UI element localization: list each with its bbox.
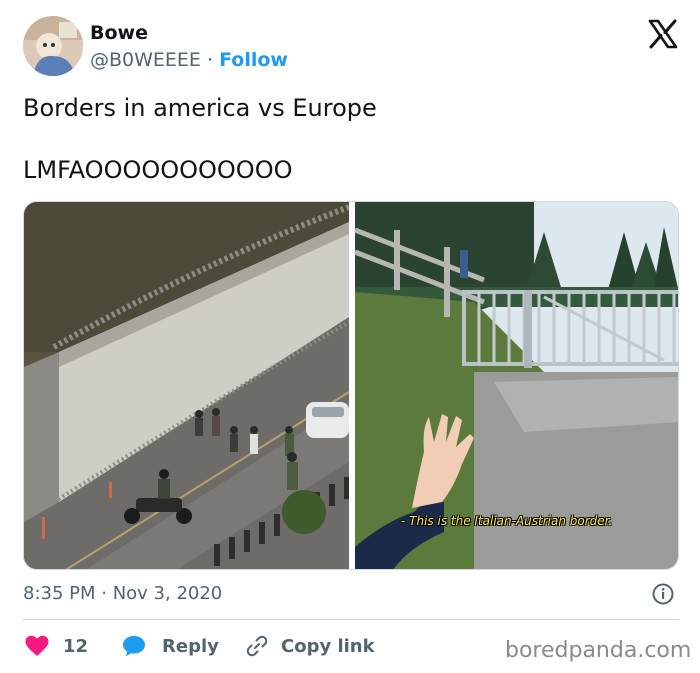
like-button[interactable]: 12 [25, 630, 88, 662]
info-icon[interactable] [652, 583, 674, 605]
tweet-text-line-1: Borders in america vs Europe [23, 94, 377, 122]
heart-icon [25, 635, 49, 656]
avatar-image [23, 16, 83, 76]
like-count: 12 [63, 635, 89, 657]
copy-link-label: Copy link [281, 635, 375, 657]
x-logo-icon[interactable] [647, 18, 679, 50]
link-icon [246, 635, 268, 657]
copy-link-button[interactable]: Copy link [245, 630, 375, 662]
media-caption: - This is the Italian-Austrian border. [401, 514, 613, 528]
author-handle-row: @B0WEEEE · Follow [90, 49, 288, 71]
author-handle[interactable]: @B0WEEEE [90, 49, 201, 71]
avatar[interactable] [23, 16, 83, 76]
reply-label: Reply [162, 635, 219, 657]
tweet-text-line-2: LMFAOOOOOOOOOOO [23, 156, 293, 184]
watermark: boredpanda.com [505, 638, 692, 663]
follow-button[interactable]: Follow [219, 49, 288, 71]
author-name[interactable]: Bowe [90, 22, 148, 44]
separator-dot: · [206, 49, 214, 71]
us-border-photo [24, 202, 351, 569]
reply-button[interactable]: Reply [122, 630, 219, 662]
speech-bubble-icon [123, 636, 145, 657]
tweet-timestamp[interactable]: 8:35 PM · Nov 3, 2020 [23, 583, 222, 604]
divider [23, 619, 679, 620]
